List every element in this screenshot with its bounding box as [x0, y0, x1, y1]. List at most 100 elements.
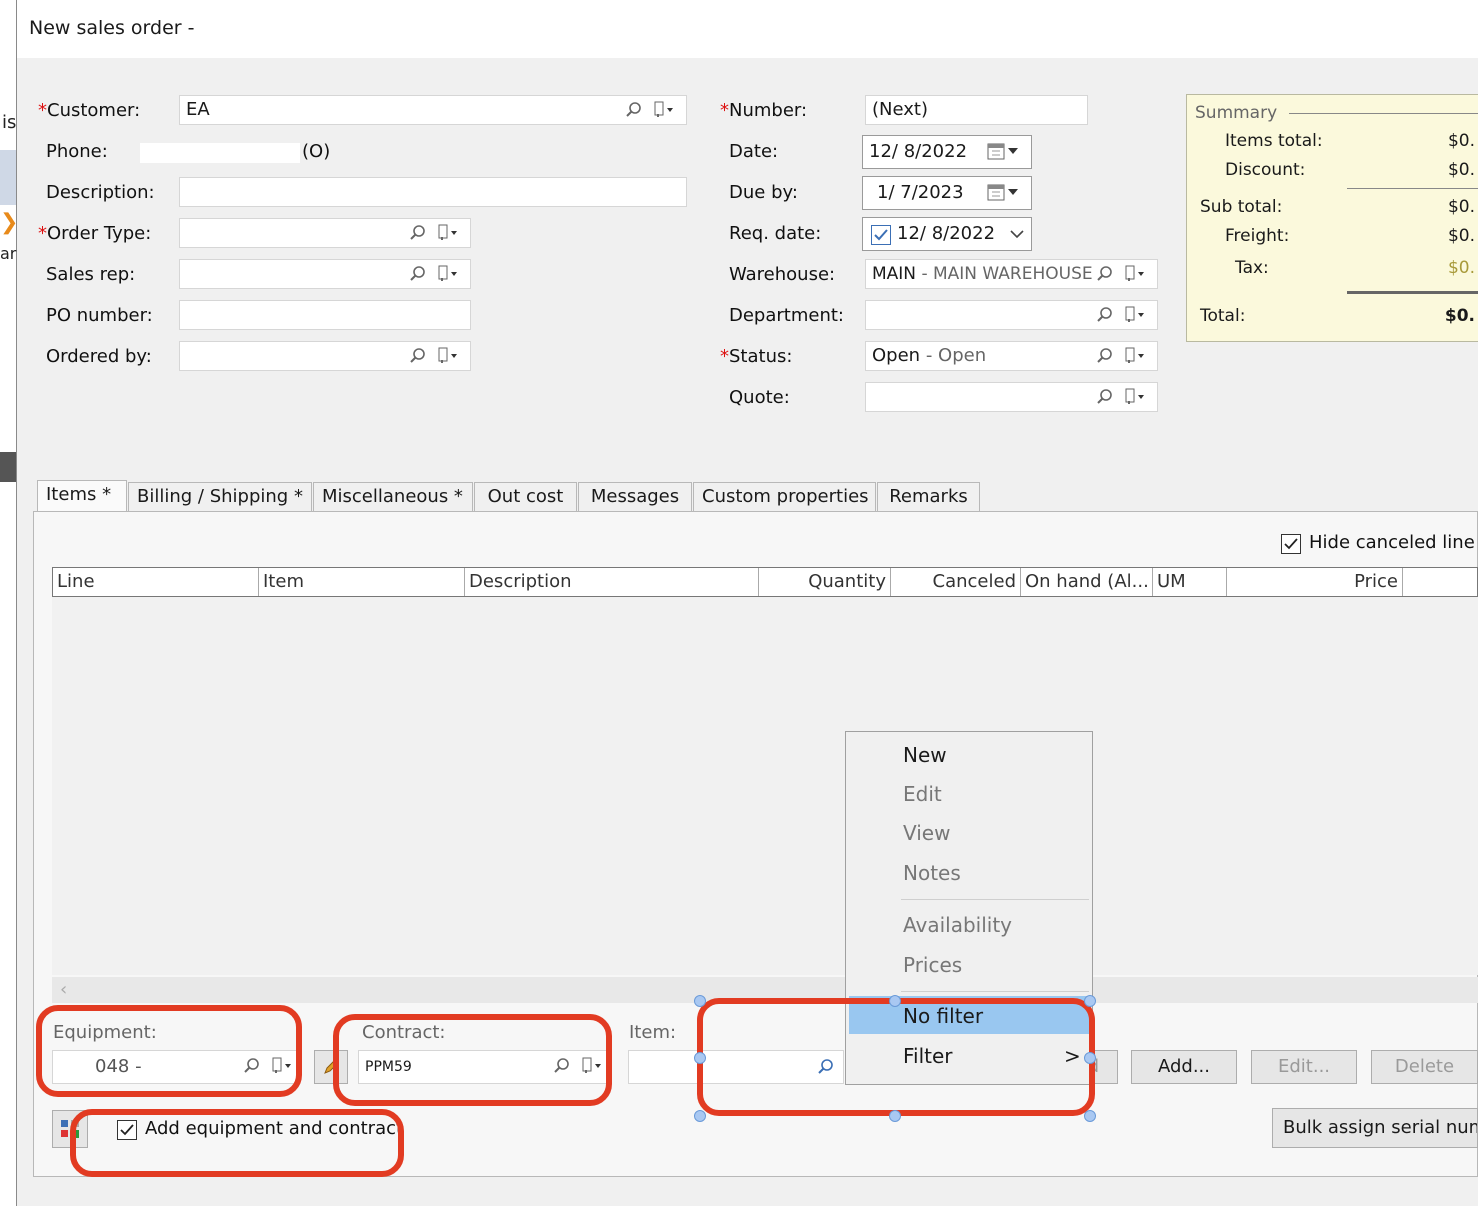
description-field[interactable] [179, 177, 687, 207]
tax-value: $0. [1447, 258, 1475, 278]
items-total-label: Items total: [1225, 131, 1323, 151]
items-grid-header: Line Item Description Quantity Canceled … [52, 567, 1478, 597]
search-icon[interactable] [626, 102, 642, 118]
department-field[interactable] [865, 300, 1158, 330]
tab-remarks[interactable]: Remarks [877, 482, 980, 512]
req-date-label: Req. date: [729, 223, 822, 244]
options-dropdown-icon[interactable] [437, 264, 459, 282]
selection-handle [889, 1110, 901, 1122]
tab-messages[interactable]: Messages [578, 482, 692, 512]
ordered-by-field[interactable] [179, 341, 471, 371]
items-grid-body[interactable] [52, 597, 1478, 975]
menu-item-edit[interactable]: Edit [903, 782, 942, 806]
hide-canceled-checkbox[interactable] [1281, 534, 1301, 554]
search-icon[interactable] [1097, 307, 1113, 323]
tab-billing-shipping[interactable]: Billing / Shipping * [128, 482, 312, 512]
scroll-left-icon[interactable]: ‹ [60, 979, 67, 1000]
ordered-by-label: Ordered by: [46, 346, 152, 367]
search-icon[interactable] [410, 266, 426, 282]
quote-field[interactable] [865, 382, 1158, 412]
menu-separator [901, 991, 1089, 992]
window-title: New sales order - [29, 17, 195, 39]
menu-separator [901, 899, 1089, 900]
column-header-canceled[interactable]: Canceled [891, 568, 1021, 596]
tab-items[interactable]: Items * [37, 480, 127, 513]
quote-label: Quote: [729, 387, 790, 408]
freight-label: Freight: [1225, 226, 1290, 246]
menu-item-availability[interactable]: Availability [903, 913, 1012, 937]
options-dropdown-icon[interactable] [437, 346, 459, 364]
summary-divider [1347, 188, 1478, 189]
options-dropdown-icon[interactable] [1124, 264, 1146, 282]
item-label: Item: [629, 1022, 677, 1043]
selection-handle [1084, 995, 1096, 1007]
options-dropdown-icon[interactable] [1124, 346, 1146, 364]
search-icon[interactable] [1097, 348, 1113, 364]
search-icon[interactable] [410, 348, 426, 364]
phone-value: (O) [302, 141, 331, 162]
arrow-icon: ❯ [0, 210, 19, 235]
column-header-um[interactable]: UM [1153, 568, 1227, 596]
edit-button[interactable]: Edit... [1251, 1050, 1357, 1084]
sub-total-value: $0. [1447, 197, 1475, 217]
annotation-contract [333, 1014, 612, 1106]
items-total-value: $0. [1447, 131, 1475, 151]
options-dropdown-icon[interactable] [653, 100, 675, 118]
discount-label: Discount: [1225, 160, 1306, 180]
column-header-item[interactable]: Item [259, 568, 465, 596]
annotation-item-area [697, 998, 1095, 1116]
po-number-field[interactable] [179, 300, 471, 330]
options-dropdown-icon[interactable] [1124, 387, 1146, 405]
tab-custom-properties[interactable]: Custom properties [693, 482, 876, 512]
warehouse-field[interactable]: MAIN - MAIN WAREHOUSE [865, 259, 1158, 289]
order-type-field[interactable] [179, 218, 471, 248]
description-label: Description: [46, 182, 155, 203]
chevron-down-icon[interactable] [1008, 227, 1026, 241]
window-title-bar: New sales order - [17, 0, 1478, 58]
delete-button[interactable]: Delete [1371, 1050, 1478, 1084]
total-label: Total: [1200, 306, 1246, 326]
summary-title-rule [1289, 113, 1478, 114]
left-app-strip: is e ❯ ar [0, 0, 19, 1206]
status-field[interactable]: Open - Open [865, 341, 1158, 371]
search-icon[interactable] [1097, 389, 1113, 405]
bulk-assign-serial-button[interactable]: Bulk assign serial numb [1272, 1108, 1478, 1148]
options-dropdown-icon[interactable] [1124, 305, 1146, 323]
calendar-dropdown-icon[interactable] [986, 142, 1024, 162]
freight-value: $0. [1447, 226, 1475, 246]
summary-panel: Summary Items total: $0. Discount: $0. S… [1186, 94, 1478, 342]
number-label: *Number: [720, 100, 808, 121]
column-header-line[interactable]: Line [53, 568, 259, 596]
calendar-dropdown-icon[interactable] [986, 183, 1024, 203]
options-dropdown-icon[interactable] [437, 223, 459, 241]
customer-field[interactable]: EA [179, 95, 687, 125]
req-date-checkbox[interactable] [871, 225, 891, 245]
warehouse-label: Warehouse: [729, 264, 836, 285]
column-header-on-hand[interactable]: On hand (Al... [1021, 568, 1153, 596]
column-header-price[interactable]: Price [1227, 568, 1403, 596]
discount-value: $0. [1447, 160, 1475, 180]
summary-title: Summary [1195, 103, 1278, 123]
search-icon[interactable] [1097, 266, 1113, 282]
order-type-label: *Order Type: [38, 223, 152, 244]
annotation-equipment [36, 1005, 302, 1097]
column-header-description[interactable]: Description [465, 568, 759, 596]
menu-item-prices[interactable]: Prices [903, 953, 962, 977]
search-icon[interactable] [410, 225, 426, 241]
date-label: Date: [729, 141, 779, 162]
sub-total-label: Sub total: [1200, 197, 1283, 217]
strip-selection [0, 150, 16, 205]
phone-label: Phone: [46, 141, 108, 162]
add-button[interactable]: Add... [1131, 1050, 1237, 1084]
sales-rep-label: Sales rep: [46, 264, 136, 285]
tab-out-cost[interactable]: Out cost [474, 482, 577, 512]
column-header-quantity[interactable]: Quantity [759, 568, 891, 596]
menu-item-view[interactable]: View [903, 821, 950, 845]
menu-item-new[interactable]: New [903, 743, 947, 767]
sales-rep-field[interactable] [179, 259, 471, 289]
number-field[interactable]: (Next) [865, 95, 1088, 125]
menu-item-notes[interactable]: Notes [903, 861, 961, 885]
due-by-label: Due by: [729, 182, 798, 203]
tab-miscellaneous[interactable]: Miscellaneous * [313, 482, 473, 512]
status-label: *Status: [720, 346, 793, 367]
